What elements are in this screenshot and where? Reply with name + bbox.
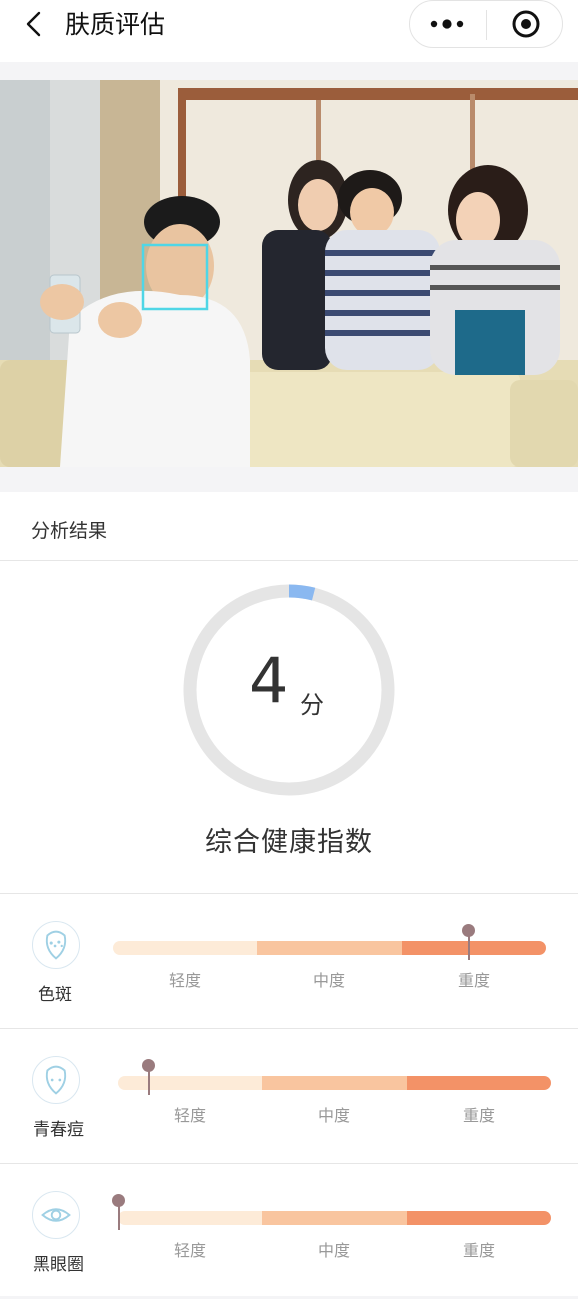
more-options-icon[interactable] — [410, 1, 486, 47]
close-target-icon[interactable] — [487, 1, 563, 47]
divider — [0, 560, 578, 561]
metric-row-spots: 色斑 轻度 中度 重度 — [0, 894, 578, 1029]
section-title: 分析结果 — [31, 520, 108, 542]
analyzed-photo — [0, 80, 578, 467]
metric-name: 色斑 — [38, 985, 72, 1005]
score-value: 4 — [249, 644, 289, 717]
metric-name: 黑眼圈 — [33, 1255, 84, 1275]
level-label-light: 轻度 — [173, 1241, 206, 1260]
metric-name: 青春痘 — [33, 1120, 84, 1140]
level-label-medium: 中度 — [317, 1106, 350, 1125]
metric-row-acne: 青春痘 轻度 中度 重度 — [0, 1029, 578, 1164]
back-arrow-icon[interactable] — [20, 10, 48, 38]
mini-program-capsule — [409, 0, 563, 48]
page-title: 肤质评估 — [65, 10, 166, 39]
nav-bar: 肤质评估 — [0, 0, 578, 62]
severity-bar — [118, 1076, 551, 1090]
score-unit: 分 — [300, 691, 324, 719]
score-label: 综合健康指数 — [205, 827, 373, 858]
level-label-medium: 中度 — [312, 971, 345, 990]
level-label-heavy: 重度 — [457, 971, 490, 990]
analysis-result-card: 分析结果 4 分 综合健康指数 色斑 轻度 中度 重度 青春痘 轻度 中度 重度… — [0, 492, 578, 1296]
spots-face-icon — [32, 921, 80, 969]
level-label-heavy: 重度 — [462, 1241, 495, 1260]
severity-bar — [113, 941, 546, 955]
level-label-heavy: 重度 — [462, 1106, 495, 1125]
level-label-medium: 中度 — [317, 1241, 350, 1260]
eye-icon — [32, 1191, 80, 1239]
level-label-light: 轻度 — [173, 1106, 206, 1125]
severity-bar — [118, 1211, 551, 1225]
score-display: 4 分 — [183, 584, 395, 796]
level-label-light: 轻度 — [168, 971, 201, 990]
metric-row-dark-circles: 黑眼圈 轻度 中度 重度 — [0, 1164, 578, 1299]
acne-face-icon — [32, 1056, 80, 1104]
